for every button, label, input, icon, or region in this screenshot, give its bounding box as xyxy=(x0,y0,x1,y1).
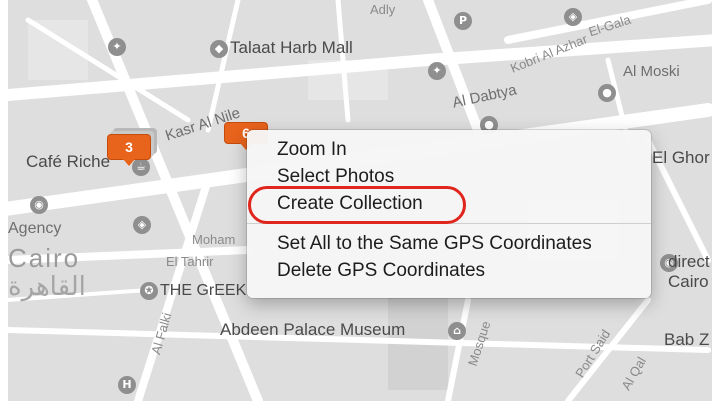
map-label-direct: direct xyxy=(668,252,710,271)
poi-icon: ✦ xyxy=(428,62,446,80)
map-label-cairo-right: Cairo xyxy=(668,272,709,291)
map-label-agency: Agency xyxy=(8,220,62,237)
parking-icon: P xyxy=(454,12,472,30)
menu-item-zoom-in[interactable]: Zoom In xyxy=(247,136,651,163)
menu-item-delete-gps[interactable]: Delete GPS Coordinates xyxy=(247,257,651,284)
camera-icon: ◉ xyxy=(30,196,48,214)
menu-item-set-same-gps[interactable]: Set All to the Same GPS Coordinates xyxy=(247,230,651,257)
map-label-al-moski: Al Moski xyxy=(623,63,680,80)
map-label-cafe-riche: Café Riche xyxy=(26,152,111,171)
landmark-icon: ● xyxy=(598,84,616,102)
context-menu: Zoom In Select Photos Create Collection … xyxy=(247,130,651,298)
mosque-icon: ◈ xyxy=(564,8,582,26)
poi-icon: ✪ xyxy=(140,282,158,300)
map-label-talaat-harb-mall: Talaat Harb Mall xyxy=(230,38,353,57)
photo-cluster-marker[interactable]: 3 xyxy=(107,134,151,166)
menu-separator xyxy=(247,223,651,224)
map-label-bab-z: Bab Z xyxy=(664,330,710,349)
shopping-icon: ◆ xyxy=(210,40,228,58)
map-label-el-tahrir: El Tahrir xyxy=(166,254,214,269)
map-label-the-greek: THE GrEEK xyxy=(160,282,247,299)
map-label-adly: Adly xyxy=(370,2,396,17)
hospital-icon: H xyxy=(118,376,136,394)
map-label-mohamed: Moham xyxy=(192,232,236,247)
map-label-cairo-arabic: القاهرة xyxy=(8,272,86,302)
mosque-icon: ◈ xyxy=(133,216,151,234)
map-label-abdeen-palace-museum: Abdeen Palace Museum xyxy=(220,320,406,339)
museum-icon: ⌂ xyxy=(448,322,466,340)
menu-item-create-collection[interactable]: Create Collection xyxy=(247,190,651,217)
map-label-el-ghor: El Ghor xyxy=(652,148,710,167)
menu-item-select-photos[interactable]: Select Photos xyxy=(247,163,651,190)
map-label-cairo: Cairo xyxy=(8,243,81,273)
poi-icon: ✦ xyxy=(108,38,126,56)
